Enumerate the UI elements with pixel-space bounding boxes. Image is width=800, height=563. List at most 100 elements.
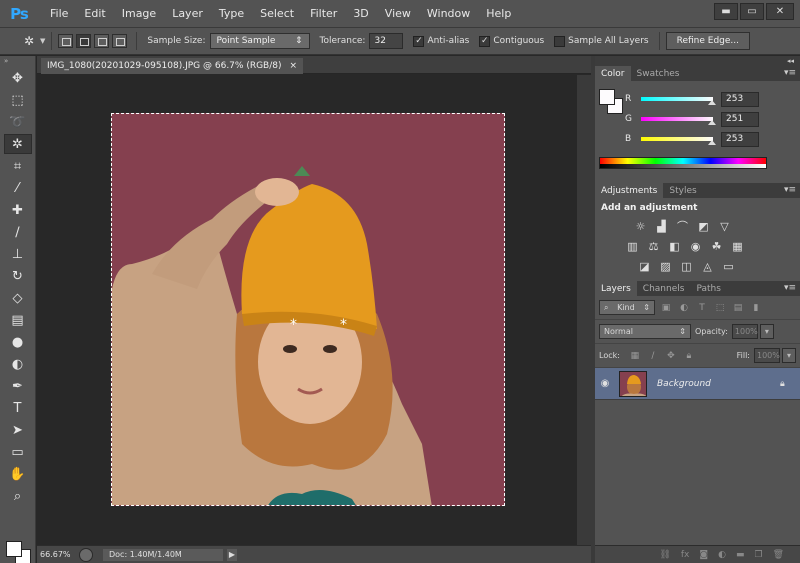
magic-wand-tool-icon[interactable]: ✲ bbox=[3, 134, 32, 154]
eyedropper-tool-icon[interactable]: ⁄ bbox=[4, 178, 32, 198]
panel-menu-icon[interactable]: ▾≡ bbox=[784, 185, 796, 195]
lock-image-icon[interactable]: ∕ bbox=[646, 349, 660, 363]
maximize-button[interactable]: ▭ bbox=[740, 3, 764, 20]
menu-3d[interactable]: 3D bbox=[345, 0, 376, 28]
brush-tool-icon[interactable]: ∕ bbox=[4, 222, 32, 242]
menu-image[interactable]: Image bbox=[114, 0, 164, 28]
panels-collapse-icon[interactable]: ◂◂ bbox=[595, 56, 800, 66]
clone-stamp-tool-icon[interactable]: ⊥ bbox=[4, 244, 32, 264]
add-to-selection-mode[interactable] bbox=[76, 34, 92, 48]
marquee-tool-icon[interactable]: ⬚ bbox=[4, 90, 32, 110]
posterize-icon[interactable]: ▨ bbox=[658, 259, 673, 273]
link-icon[interactable]: ⛓ bbox=[659, 550, 670, 560]
sample-all-layers-checkbox[interactable] bbox=[554, 35, 566, 47]
eraser-tool-icon[interactable]: ◇ bbox=[4, 288, 32, 308]
subtract-from-selection-mode[interactable] bbox=[94, 34, 110, 48]
tab-styles[interactable]: Styles bbox=[663, 183, 702, 198]
lock-position-icon[interactable]: ✥ bbox=[664, 349, 678, 363]
menu-file[interactable]: File bbox=[42, 0, 76, 28]
canvas-area[interactable]: * * bbox=[37, 75, 577, 545]
adjustment-layer-icon[interactable]: ◐ bbox=[718, 550, 726, 560]
status-info-icon[interactable] bbox=[79, 547, 93, 562]
close-window-button[interactable]: ✕ bbox=[766, 3, 794, 20]
zoom-tool-icon[interactable]: ⌕ bbox=[4, 486, 32, 506]
group-icon[interactable]: ▬ bbox=[736, 550, 745, 560]
new-layer-icon[interactable]: ❐ bbox=[754, 550, 762, 560]
shape-filter-icon[interactable]: ⬚ bbox=[713, 301, 727, 315]
photo-filter-icon[interactable]: ◉ bbox=[688, 239, 703, 253]
tools-collapse-icon[interactable]: » bbox=[0, 56, 35, 66]
eye-icon[interactable]: ◉ bbox=[595, 378, 615, 389]
contiguous-checkbox[interactable]: ✓ bbox=[479, 35, 491, 47]
status-menu-arrow-icon[interactable]: ▶ bbox=[227, 548, 237, 561]
adjustment-filter-icon[interactable]: ◐ bbox=[677, 301, 691, 315]
smart-object-filter-icon[interactable]: ▤ bbox=[731, 301, 745, 315]
tolerance-input[interactable]: 32 bbox=[369, 33, 404, 49]
history-brush-tool-icon[interactable]: ↻ bbox=[4, 266, 32, 286]
rectangle-tool-icon[interactable]: ▭ bbox=[4, 442, 32, 462]
color-balance-icon[interactable]: ⚖ bbox=[646, 239, 661, 253]
invert-icon[interactable]: ◪ bbox=[637, 259, 652, 273]
zoom-level[interactable]: 66.67% bbox=[37, 550, 79, 559]
layer-row-background[interactable]: ◉ Background 🔒︎ bbox=[595, 368, 800, 400]
blur-tool-icon[interactable]: ● bbox=[4, 332, 32, 352]
vertical-scrollbar[interactable] bbox=[577, 75, 591, 545]
crop-tool-icon[interactable]: ⌗ bbox=[4, 156, 32, 176]
blue-slider-thumb[interactable] bbox=[708, 140, 717, 145]
fx-icon[interactable]: fx bbox=[681, 550, 690, 560]
red-value-input[interactable]: 253 bbox=[721, 91, 759, 107]
blue-slider[interactable] bbox=[641, 137, 717, 145]
type-filter-icon[interactable]: T bbox=[695, 301, 709, 315]
type-tool-icon[interactable]: T bbox=[4, 398, 32, 418]
lasso-tool-icon[interactable]: ➰ bbox=[4, 112, 32, 132]
intersect-selection-mode[interactable] bbox=[112, 34, 128, 48]
foreground-color-swatch[interactable] bbox=[6, 541, 22, 557]
foreground-color-swatch[interactable] bbox=[599, 89, 615, 105]
menu-select[interactable]: Select bbox=[252, 0, 302, 28]
threshold-icon[interactable]: ◫ bbox=[679, 259, 694, 273]
exposure-icon[interactable]: ◩ bbox=[696, 219, 711, 233]
gradient-tool-icon[interactable]: ▤ bbox=[4, 310, 32, 330]
blue-value-input[interactable]: 253 bbox=[721, 131, 759, 147]
tab-layers[interactable]: Layers bbox=[595, 281, 637, 296]
menu-window[interactable]: Window bbox=[419, 0, 478, 28]
new-selection-mode[interactable] bbox=[58, 34, 74, 48]
color-spectrum-bar[interactable] bbox=[599, 157, 767, 169]
tab-adjustments[interactable]: Adjustments bbox=[595, 183, 664, 198]
tab-channels[interactable]: Channels bbox=[637, 281, 691, 296]
color-swatches[interactable] bbox=[6, 541, 32, 563]
lock-all-icon[interactable]: 🔒︎ bbox=[682, 349, 696, 363]
menu-layer[interactable]: Layer bbox=[164, 0, 211, 28]
layer-name[interactable]: Background bbox=[657, 379, 780, 389]
fill-input[interactable]: 100% bbox=[754, 348, 780, 363]
sample-size-dropdown[interactable]: Point Sample ⇕ bbox=[209, 33, 310, 49]
color-lookup-icon[interactable]: ▦ bbox=[730, 239, 745, 253]
lock-transparent-icon[interactable]: ▦ bbox=[628, 349, 642, 363]
layer-filter-dropdown[interactable]: ⌕ Kind ⇕ bbox=[599, 300, 655, 315]
document-tab[interactable]: IMG_1080(20201029-095108).JPG @ 66.7% (R… bbox=[41, 58, 304, 74]
refine-edge-button[interactable]: Refine Edge... bbox=[665, 32, 750, 50]
gradient-map-icon[interactable]: ▭ bbox=[721, 259, 736, 273]
minimize-button[interactable]: ▬ bbox=[714, 3, 738, 20]
levels-icon[interactable]: ▟ bbox=[654, 219, 669, 233]
pixel-filter-icon[interactable]: ▣ bbox=[659, 301, 673, 315]
tab-swatches[interactable]: Swatches bbox=[631, 66, 686, 81]
menu-filter[interactable]: Filter bbox=[302, 0, 345, 28]
menu-type[interactable]: Type bbox=[211, 0, 252, 28]
magic-wand-icon[interactable]: ✲ bbox=[20, 32, 38, 50]
trash-icon[interactable]: 🗑︎ bbox=[773, 550, 784, 560]
opacity-input[interactable]: 100% bbox=[731, 324, 758, 339]
red-slider[interactable] bbox=[641, 97, 717, 105]
mask-icon[interactable]: ◙ bbox=[699, 550, 708, 560]
hand-tool-icon[interactable]: ✋ bbox=[4, 464, 32, 484]
green-value-input[interactable]: 251 bbox=[721, 111, 759, 127]
tab-paths[interactable]: Paths bbox=[690, 281, 726, 296]
panel-menu-icon[interactable]: ▾≡ bbox=[784, 68, 796, 78]
menu-view[interactable]: View bbox=[377, 0, 419, 28]
pen-tool-icon[interactable]: ✒ bbox=[4, 376, 32, 396]
spot-healing-tool-icon[interactable]: ✚ bbox=[4, 200, 32, 220]
tab-color[interactable]: Color bbox=[595, 66, 631, 81]
move-tool-icon[interactable]: ✥ bbox=[4, 68, 32, 88]
menu-help[interactable]: Help bbox=[478, 0, 519, 28]
document-image[interactable]: * * bbox=[111, 113, 505, 506]
